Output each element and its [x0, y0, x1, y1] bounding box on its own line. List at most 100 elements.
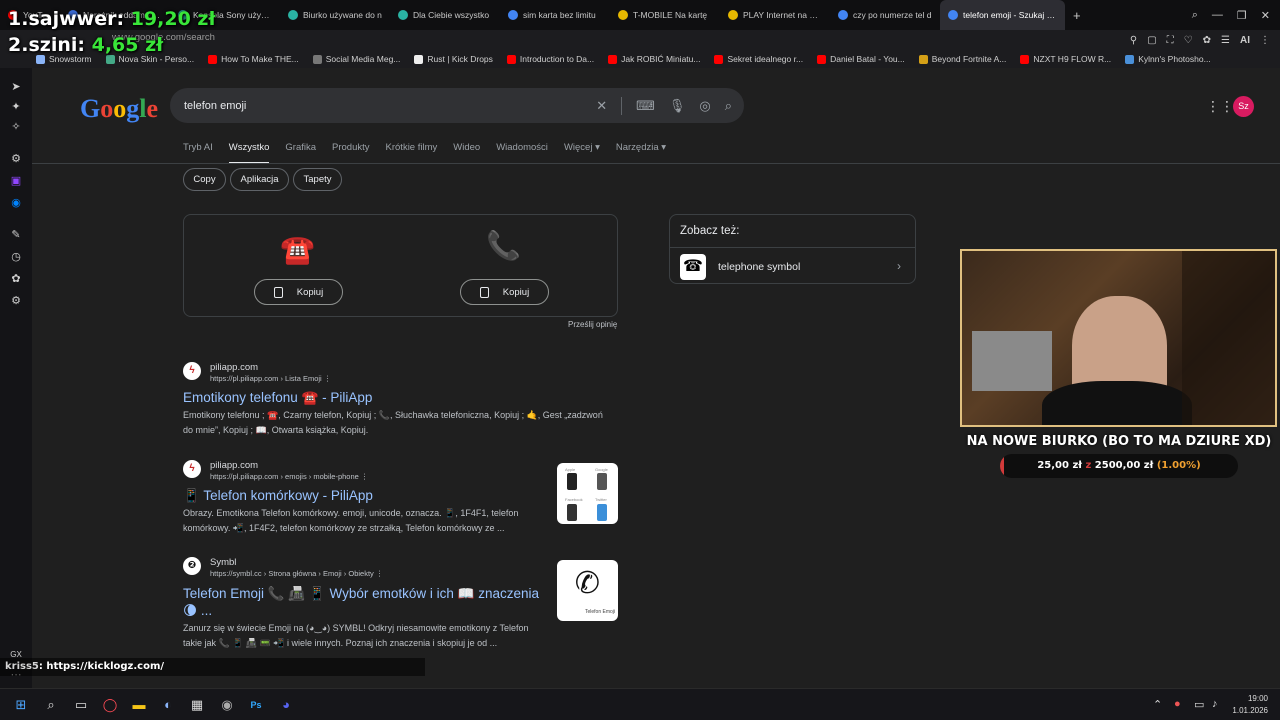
extension-icon[interactable]: ✿: [9, 272, 23, 286]
tab-9[interactable]: czy po numerze tel d: [830, 0, 940, 30]
heart-icon[interactable]: ♡: [1184, 35, 1193, 46]
search-icon[interactable]: ⌕: [43, 697, 59, 713]
tab-more[interactable]: Więcej ▾: [564, 142, 600, 153]
bookmark[interactable]: Jak ROBIĆ Miniatu...: [608, 54, 700, 64]
minimize-icon[interactable]: —: [1212, 9, 1223, 21]
more-options-icon[interactable]: ⋮: [376, 569, 384, 578]
bookmark[interactable]: Rust | Kick Drops: [414, 54, 493, 64]
photoshop-icon[interactable]: Ps: [248, 697, 264, 713]
clock[interactable]: 19:00 1.01.2026: [1232, 693, 1268, 717]
bookmark[interactable]: Introduction to Da...: [506, 54, 594, 64]
network-icon[interactable]: ▭: [1194, 698, 1204, 711]
tray-chevron-icon[interactable]: ⌃: [1153, 698, 1162, 711]
pin-icon[interactable]: ⚲: [1130, 35, 1137, 46]
tab-all[interactable]: Wszystko: [228, 142, 269, 164]
steam-icon[interactable]: ◐: [160, 697, 176, 713]
window-icon[interactable]: ▢: [1147, 35, 1156, 46]
search-box[interactable]: telefon emoji ✕ ⌨ 🎙 ◎ ⌕: [170, 88, 744, 123]
app-icon[interactable]: ▦: [189, 697, 205, 713]
bookmark[interactable]: Social Media Meg...: [312, 54, 400, 64]
tab-6[interactable]: sim karta bez limitu: [500, 0, 610, 30]
bookmark[interactable]: Kylnn's Photosho...: [1125, 54, 1211, 64]
discord-icon[interactable]: ◕: [278, 697, 294, 713]
ai-icon[interactable]: AI: [1240, 35, 1250, 46]
settings-icon[interactable]: ☰: [1221, 35, 1230, 46]
keyboard-icon[interactable]: ⌨: [636, 98, 655, 114]
copy-button[interactable]: Kopiuj: [460, 279, 549, 305]
maximize-icon[interactable]: ❐: [1237, 9, 1247, 22]
clock-icon[interactable]: ◷: [9, 250, 23, 264]
settings-icon[interactable]: ⚙: [9, 294, 23, 308]
see-also-item[interactable]: telephone symbol: [718, 261, 800, 273]
feedback-link[interactable]: Prześlij opinię: [568, 320, 617, 329]
google-logo[interactable]: Google: [80, 94, 158, 124]
navigation-icon[interactable]: ➤: [9, 80, 23, 94]
search-tabs-icon[interactable]: ⌕: [1192, 9, 1198, 22]
chip-copy[interactable]: Copy: [183, 168, 226, 191]
volume-icon[interactable]: ♪: [1212, 698, 1218, 710]
chip-wallpapers[interactable]: Tapety: [293, 168, 342, 191]
microphone-icon[interactable]: ●: [1174, 698, 1181, 710]
telephone-emoji: ☎️: [280, 234, 315, 265]
tab-favicon-icon: [728, 10, 738, 20]
bookmark[interactable]: Daniel Batal - You...: [817, 54, 905, 64]
tab-products[interactable]: Produkty: [332, 142, 370, 153]
more-options-icon[interactable]: ⋮: [361, 472, 369, 481]
copy-button[interactable]: Kopiuj: [254, 279, 343, 305]
result-title[interactable]: Emotikony telefonu ☎️ - PiliApp: [183, 390, 372, 406]
bookmark[interactable]: Beyond Fortnite A...: [918, 54, 1006, 64]
microphone-icon[interactable]: 🎙: [669, 98, 686, 114]
tab-tools[interactable]: Narzędzia ▾: [616, 142, 666, 153]
sidebar-app-icon[interactable]: ✦: [9, 100, 23, 114]
tab-videos[interactable]: Wideo: [453, 142, 480, 153]
tab-ai-mode[interactable]: Tryb AI: [183, 142, 213, 153]
site-name[interactable]: piliapp.com: [210, 362, 258, 373]
tab-7[interactable]: T-MOBILE Na kartę: [610, 0, 720, 30]
bookmark[interactable]: How To Make THE...: [208, 54, 299, 64]
nav-divider: [32, 163, 1280, 164]
windows-start-icon[interactable]: ⊞: [13, 697, 29, 713]
task-view-icon[interactable]: ▭: [73, 697, 89, 713]
result-thumbnail[interactable]: ✆ Telefon Emoji: [557, 560, 618, 621]
twitch-icon[interactable]: ▣: [9, 174, 23, 188]
tab-news[interactable]: Wiadomości: [496, 142, 548, 153]
messenger-icon[interactable]: ◉: [9, 196, 23, 210]
search-input[interactable]: telefon emoji: [184, 100, 246, 112]
site-url[interactable]: https://symbl.cc › Strona główna › Emoji…: [210, 569, 383, 578]
result-title[interactable]: 📱 Telefon komórkowy - PiliApp: [183, 488, 373, 504]
new-tab-button[interactable]: +: [1065, 0, 1089, 30]
sidebar-app-icon[interactable]: ✧: [9, 120, 23, 134]
tab-4[interactable]: Biurko używane do n: [280, 0, 390, 30]
tab-images[interactable]: Grafika: [285, 142, 316, 153]
opera-gx-icon[interactable]: ◯: [102, 697, 118, 713]
chip-app[interactable]: Aplikacja: [230, 168, 289, 191]
avatar[interactable]: Sz: [1233, 96, 1254, 117]
extension-icon[interactable]: ✿: [1203, 35, 1211, 46]
more-options-icon[interactable]: ⋮: [324, 374, 332, 383]
lens-icon[interactable]: ◎: [699, 98, 710, 114]
chevron-right-icon[interactable]: ›: [897, 259, 901, 273]
copy-icon: [479, 286, 489, 298]
menu-icon[interactable]: ⋮: [1260, 35, 1270, 46]
tab-short-videos[interactable]: Krótkie filmy: [386, 142, 438, 153]
clear-icon[interactable]: ✕: [596, 98, 607, 114]
site-name[interactable]: piliapp.com: [210, 460, 258, 471]
chat-text: : https://kicklogz.com/: [38, 661, 165, 672]
tab-8[interactable]: PLAY Internet na kart: [720, 0, 830, 30]
bookmark[interactable]: NZXT H9 FLOW R...: [1020, 54, 1111, 64]
screenshot-icon[interactable]: ⛶: [1167, 35, 1174, 46]
tab-active[interactable]: telefon emoji - Szukaj w G: [940, 0, 1065, 30]
brush-icon[interactable]: ✎: [9, 228, 23, 242]
file-explorer-icon[interactable]: ▬: [131, 697, 147, 713]
bookmark[interactable]: Sekret idealnego r...: [714, 54, 803, 64]
obs-icon[interactable]: ◉: [219, 697, 235, 713]
tab-5[interactable]: Dla Ciebie wszystko: [390, 0, 500, 30]
result-thumbnail[interactable]: Apple Google Facebook Twitter: [557, 463, 618, 524]
site-url[interactable]: https://pl.piliapp.com › Lista Emoji ⋮: [210, 374, 331, 383]
site-url[interactable]: https://pl.piliapp.com › emojis › mobile…: [210, 472, 368, 481]
site-name[interactable]: Symbl: [210, 557, 236, 568]
close-icon[interactable]: ✕: [1261, 9, 1270, 22]
search-icon[interactable]: ⌕: [725, 98, 732, 114]
result-title[interactable]: Telefon Emoji 📞 📠 📱 Wybór emotków i ich …: [183, 585, 543, 619]
chatgpt-icon[interactable]: ⚙: [9, 152, 23, 166]
